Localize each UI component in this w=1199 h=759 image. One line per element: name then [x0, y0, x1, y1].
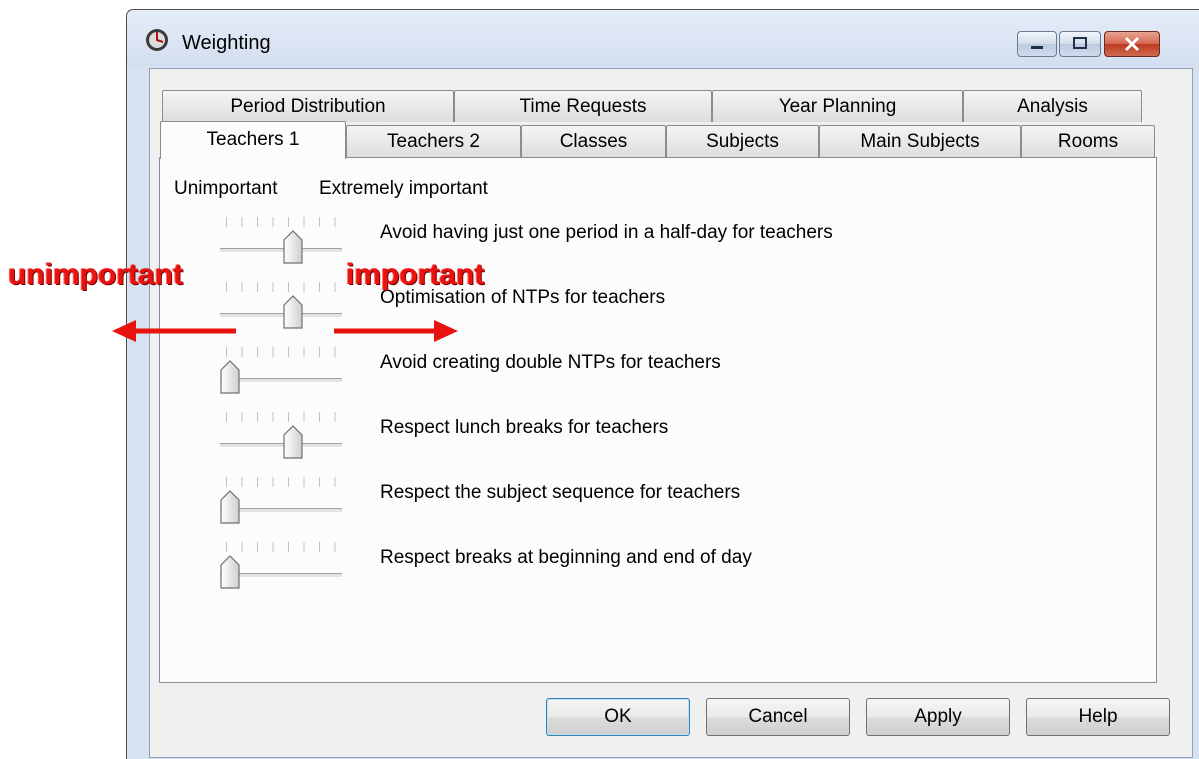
clock-app-icon: [146, 29, 168, 51]
annotation-important: important: [346, 258, 485, 291]
minimize-icon: [1031, 46, 1043, 49]
weight-slider[interactable]: [218, 408, 348, 468]
slider-ticks: [226, 542, 336, 552]
tab-main-subjects[interactable]: Main Subjects: [819, 125, 1021, 157]
minimize-button[interactable]: [1017, 31, 1057, 57]
slider-ticks: [226, 217, 336, 227]
slider-ticks: [226, 347, 336, 357]
ok-button[interactable]: OK: [546, 698, 690, 736]
title-bar[interactable]: Weighting: [127, 10, 1199, 66]
scale-low-label: Unimportant: [174, 178, 278, 199]
slider-ticks: [226, 412, 336, 422]
window-title: Weighting: [182, 32, 271, 54]
scale-high-label: Extremely important: [319, 178, 488, 199]
tab-time-requests[interactable]: Time Requests: [454, 90, 712, 122]
left-arrow-icon: [112, 320, 236, 342]
slider-track: [220, 443, 342, 448]
criterion-label: Avoid creating double NTPs for teachers: [380, 352, 721, 373]
help-button[interactable]: Help: [1026, 698, 1170, 736]
criterion-label: Respect breaks at beginning and end of d…: [380, 547, 752, 568]
maximize-icon: [1073, 37, 1087, 49]
weight-slider[interactable]: [218, 538, 348, 598]
weight-slider[interactable]: [218, 343, 348, 403]
slider-thumb[interactable]: [220, 360, 240, 394]
tab-subjects[interactable]: Subjects: [666, 125, 819, 157]
weight-slider[interactable]: [218, 213, 348, 273]
right-arrow-icon: [334, 320, 458, 342]
tab-analysis[interactable]: Analysis: [963, 90, 1142, 122]
slider-thumb[interactable]: [283, 425, 303, 459]
slider-track: [220, 248, 342, 253]
annotation-unimportant: unimportant: [8, 258, 183, 291]
slider-ticks: [226, 282, 336, 292]
weight-slider[interactable]: [218, 473, 348, 533]
close-icon: [1124, 36, 1140, 52]
tab-teachers-1[interactable]: Teachers 1: [160, 121, 346, 159]
tab-rooms[interactable]: Rooms: [1021, 125, 1155, 157]
slider-thumb[interactable]: [220, 490, 240, 524]
criterion-label: Respect the subject sequence for teacher…: [380, 482, 741, 503]
close-button[interactable]: [1104, 31, 1160, 57]
cancel-button[interactable]: Cancel: [706, 698, 850, 736]
tab-teachers-2[interactable]: Teachers 2: [346, 125, 521, 157]
tab-classes[interactable]: Classes: [521, 125, 666, 157]
apply-button[interactable]: Apply: [866, 698, 1010, 736]
criterion-label: Avoid having just one period in a half-d…: [380, 222, 833, 243]
slider-thumb[interactable]: [283, 230, 303, 264]
maximize-button[interactable]: [1059, 31, 1101, 57]
criterion-label: Respect lunch breaks for teachers: [380, 417, 669, 438]
slider-ticks: [226, 477, 336, 487]
slider-thumb[interactable]: [283, 295, 303, 329]
slider-thumb[interactable]: [220, 555, 240, 589]
tab-year-planning[interactable]: Year Planning: [712, 90, 963, 122]
tab-period-distribution[interactable]: Period Distribution: [162, 90, 454, 122]
